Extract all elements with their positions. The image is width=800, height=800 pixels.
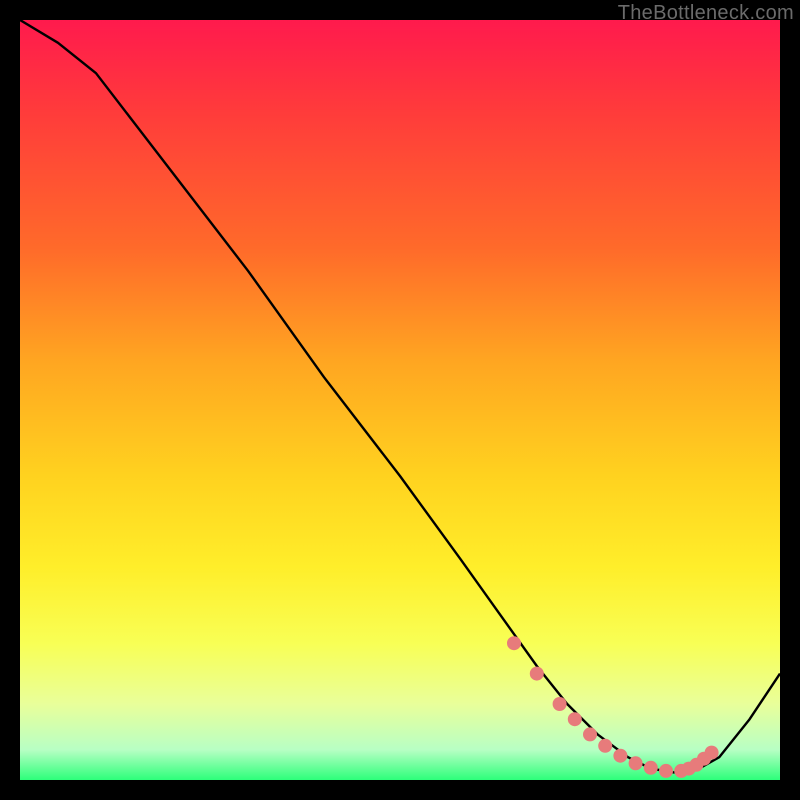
curve-dot [659,764,673,778]
curve-dot [644,761,658,775]
curve-dot [530,667,544,681]
curve-line [20,20,780,772]
chart-svg [20,20,780,780]
curve-dot [598,739,612,753]
curve-dot [568,712,582,726]
curve-dot [507,636,521,650]
curve-dot [705,746,719,760]
curve-dot [583,727,597,741]
curve-dot [613,749,627,763]
chart-frame: TheBottleneck.com [0,0,800,800]
curve-dots [507,636,719,778]
curve-dot [553,697,567,711]
watermark-text: TheBottleneck.com [618,2,794,25]
curve-dot [629,756,643,770]
plot-area [20,20,780,780]
